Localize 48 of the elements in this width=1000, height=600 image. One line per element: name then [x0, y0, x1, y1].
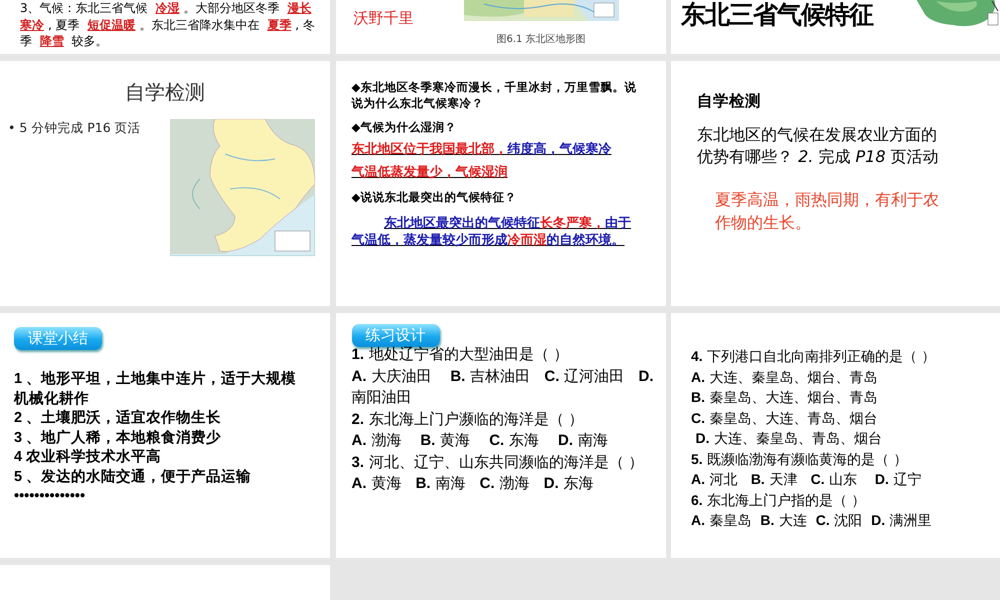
slide-thumbnail[interactable]: 4. 下列港口自北向南排列正确的是（ ） A. 大连、秦皇岛、烟台、青岛 B. 秦皇岛、大连、烟台、青岛 C. 秦皇岛、大连、青岛、烟台 D. 大连、秦皇岛、青岛、烟台 5. 既濒临渤海有濒临黄海的是（ ） A. 河北 B. 天津 C. 山东 D. 辽宁 6. 东北海上门户指的是（ ） A. 秦皇岛 B. 大连 C. 沈阳 D. 满洲里 — [671, 313, 1000, 558]
exercise-line: 1. 地处辽宁省的大型油田是（ ） — [352, 344, 570, 365]
slide-thumbnail[interactable]: 3、气候：东北三省气候 冷湿 。大部分地区冬季 漫长寒冷 , 夏季 短促温暖 。东北三省降水集中在 夏季 , 冬季 降雪 较多。 — [0, 0, 330, 54]
exercise-line: C. 秦皇岛、大连、青岛、烟台 — [691, 408, 878, 428]
exercise-line: A. 河北 B. 天津 C. 山东 D. 辽宁 — [691, 470, 922, 490]
slide-thumbnail[interactable]: 沃野千里 图6.1 东北区地形图 — [336, 0, 666, 54]
exercise-line: 2. 东北海上门户濒临的海洋是（ ） — [352, 408, 585, 430]
summary-item: 5 、发达的水陆交通，便于产品运输 — [14, 468, 252, 486]
section-label: 课堂小结 — [14, 327, 102, 350]
question-text: ◆说说东北最突出的气候特征？ — [352, 189, 518, 205]
slide-heading: 自学检测 — [124, 79, 206, 106]
summary-item: 1 、地形平坦，土地集中连片，适于大规模机械化耕作 — [14, 370, 298, 408]
exercise-line: A. 渤海 B. 黄海 C. 东海 D. 南海 — [352, 430, 609, 451]
answer-text: 东北地区位于我国最北部，纬度高，气候寒冷 — [352, 141, 612, 158]
question-text: ◆东北地区冬季寒冷而漫长，千里冰封，万里雪飘。说说为什么东北气候寒冷？ — [352, 79, 638, 111]
section-label: 练习设计 — [352, 324, 440, 347]
slide-title: 东北三省气候特征 — [681, 0, 873, 31]
summary-item: •••••••••••••• — [14, 487, 86, 506]
question-text: 东北地区的气候在发展农业方面的优势有哪些？ 2. 完成 P18 页活动 — [697, 124, 940, 168]
exercise-line: A. 大庆油田 B. 吉林油田 C. 辽河油田 D. 南阳油田 — [352, 366, 654, 408]
slide-thumbnail[interactable]: 课堂小结 1 、地形平坦，土地集中连片，适于大规模机械化耕作 2 、土壤肥沃，适宜农作物生长 3 、地广人稀，本地粮食消费少 4 农业科学技术水平高 5 、发达的水陆交通，便于产品运输 •••••••••••••• — [0, 313, 330, 558]
summary-item: 3 、地广人稀，本地粮食消费少 — [14, 428, 222, 448]
exercise-line: 6. 东北海上门户指的是（ ） — [691, 490, 867, 510]
exercise-line: A. 秦皇岛 B. 大连 C. 沈阳 D. 满洲里 — [691, 511, 933, 531]
slide-heading: 自学检测 — [697, 91, 762, 112]
summary-item: 4 农业科学技术水平高 — [14, 448, 162, 467]
answer-text: 气温低蒸发量少，气候湿润 — [352, 164, 508, 181]
exercise-line: B. 秦皇岛、大连、烟台、青岛 — [691, 388, 878, 408]
exercise-line: A. 大连、秦皇岛、烟台、青岛 — [691, 368, 878, 388]
exercise-line: A. 黄海 B. 南海 C. 渤海 D. 东海 — [352, 473, 595, 494]
slide-thumbnail[interactable]: 东北三省气候特征 — [671, 0, 1000, 54]
slide-thumbnail[interactable] — [0, 565, 330, 600]
exercise-line: D. 大连、秦皇岛、青岛、烟台 — [694, 429, 883, 449]
slide-thumbnail[interactable]: ◆东北地区冬季寒冷而漫长，千里冰封，万里雪飘。说说为什么东北气候寒冷？ ◆气候为什么湿润？ 东北地区位于我国最北部，纬度高，气候寒冷 气温低蒸发量少，气候湿润 ◆说说东北最突出的气候特征？ 东北地区最突出的气候特征长冬严寒，由于气温低，蒸发量较少而形成冷而湿的自然环境。 — [336, 61, 666, 306]
figure-caption: 图6.1 东北区地形图 — [495, 32, 587, 46]
bullet-text: • 5 分钟完成 P16 页活 — [7, 119, 142, 137]
exercise-line: 4. 下列港口自北向南排列正确的是（ ） — [691, 347, 937, 367]
exercise-line: 3. 河北、辽宁、山东共同濒临的海洋是（ ） — [352, 452, 645, 472]
slide-heading: 沃野千里 — [354, 9, 414, 28]
slide-thumbnail[interactable]: 自学检测 东北地区的气候在发展农业方面的优势有哪些？ 2. 完成 P18 页活动 夏季高温，雨热同期，有利于农作物的生长。 — [671, 61, 1000, 306]
summary-item: 2 、土壤肥沃，适宜农作物生长 — [14, 409, 222, 428]
answer-text: 夏季高温，雨热同期，有利于农作物的生长。 — [714, 189, 940, 234]
answer-text: 东北地区最突出的气候特征长冬严寒，由于气温低，蒸发量较少而形成冷而湿的自然环境。 — [352, 215, 632, 249]
exercise-line: 5. 既濒临渤海有濒临黄海的是（ ） — [691, 450, 909, 470]
slide-thumbnail[interactable]: 练习设计 1. 地处辽宁省的大型油田是（ ） A. 大庆油田 B. 吉林油田 C. 辽河油田 D. 南阳油田 2. 东北海上门户濒临的海洋是（ ） A. 渤海 B. 黄海 C. 东海 D. 南海 3. 河北、辽宁、山东共同濒临的海洋是（ ） A. 黄海 B. 南海 C. 渤海 D. 东海 — [336, 313, 666, 558]
notes-text: 3、气候：东北三省气候 冷湿 。大部分地区冬季 漫长寒冷 , 夏季 短促温暖 。东北三省降水集中在 夏季 , 冬季 降雪 较多。 — [20, 0, 316, 50]
question-text: ◆气候为什么湿润？ — [352, 119, 458, 135]
slide-thumbnail[interactable]: 自学检测 • 5 分钟完成 P16 页活 — [0, 61, 330, 306]
